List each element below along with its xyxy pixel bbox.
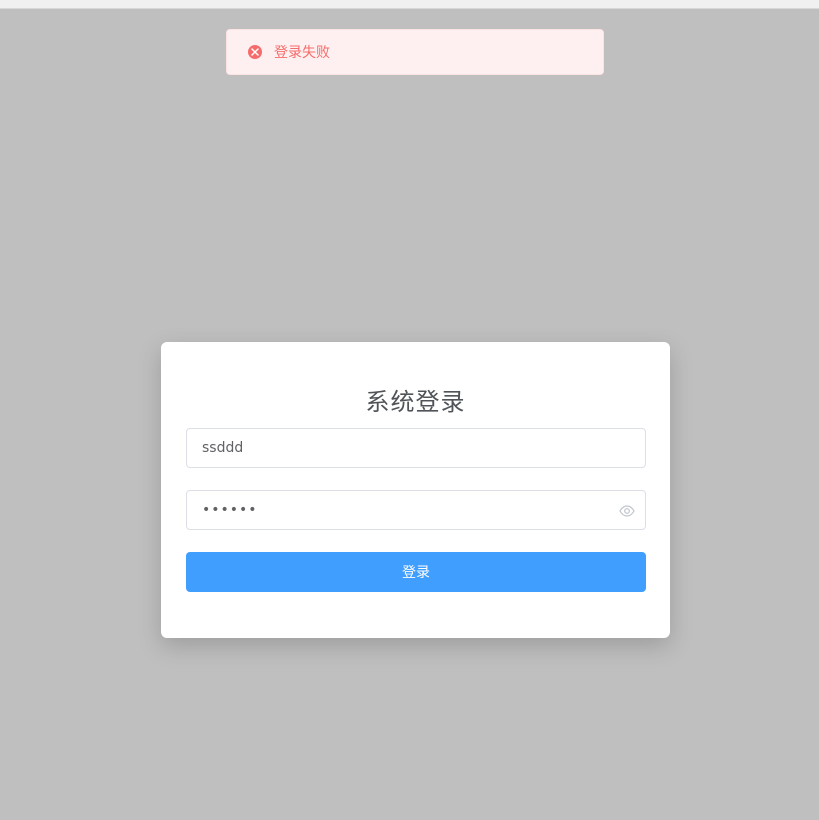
password-value[interactable]: •••••• bbox=[202, 502, 630, 518]
username-value[interactable]: ssddd bbox=[202, 440, 630, 456]
login-button[interactable]: 登录 bbox=[186, 552, 646, 592]
password-field[interactable]: •••••• bbox=[186, 490, 646, 530]
error-toast: 登录失败 bbox=[226, 29, 604, 75]
browser-top-strip bbox=[0, 0, 819, 9]
username-field[interactable]: ssddd bbox=[186, 428, 646, 468]
login-title: 系统登录 bbox=[365, 388, 466, 416]
toast-message: 登录失败 bbox=[274, 45, 330, 61]
eye-icon[interactable] bbox=[619, 503, 635, 519]
login-card: 系统登录 ssddd •••••• 登录 bbox=[161, 342, 670, 638]
close-circle-icon[interactable] bbox=[248, 45, 262, 59]
